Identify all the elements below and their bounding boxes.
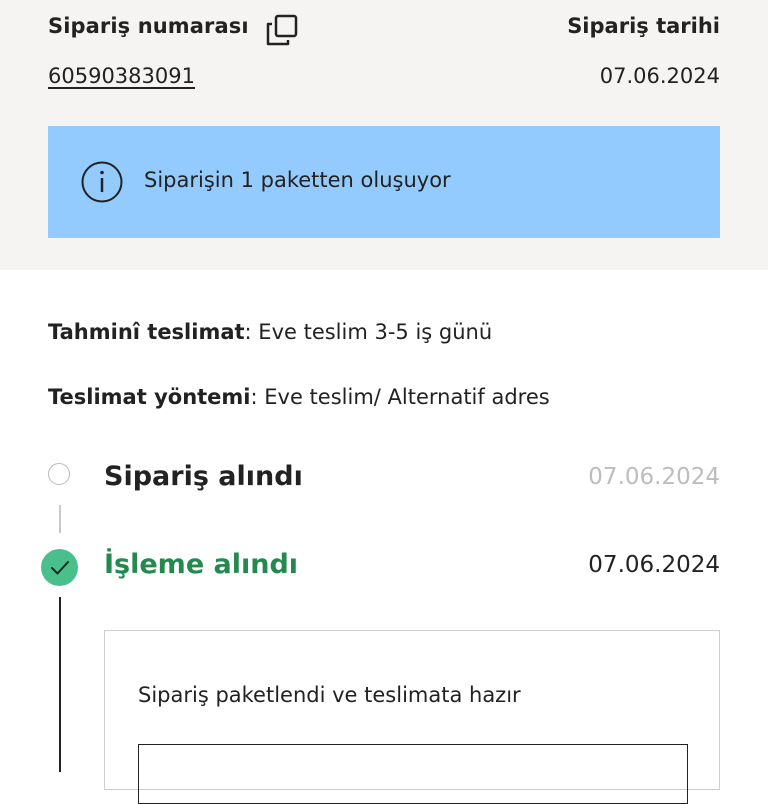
estimated-delivery-value: : Eve teslim 3-5 iş günü — [244, 320, 493, 344]
order-date-value: 07.06.2024 — [599, 64, 720, 88]
step-title-order-received: Sipariş alındı — [104, 461, 303, 492]
timeline-pending-dot — [48, 463, 70, 485]
delivery-method-value: : Eve teslim/ Alternatif adres — [250, 385, 550, 409]
order-date-label: Sipariş tarihi — [567, 14, 720, 38]
step-detail-card: Sipariş paketlendi ve teslimata hazır — [104, 630, 720, 804]
step-date-order-received: 07.06.2024 — [588, 464, 720, 490]
step-detail-text: Sipariş paketlendi ve teslimata hazır — [138, 683, 521, 707]
copy-icon[interactable] — [262, 12, 302, 48]
estimated-delivery: Tahminî teslimat: Eve teslim 3-5 iş günü — [48, 320, 492, 344]
order-number-link[interactable]: 60590383091 — [48, 64, 195, 88]
timeline-connector — [59, 505, 61, 533]
delivery-method: Teslimat yöntemi: Eve teslim/ Alternatif… — [48, 385, 550, 409]
delivery-method-label: Teslimat yöntemi — [48, 385, 251, 409]
timeline-connector-active — [59, 597, 61, 772]
estimated-delivery-label: Tahminî teslimat — [48, 320, 245, 344]
check-icon — [41, 549, 78, 586]
package-info-banner: Siparişin 1 paketten oluşuyor — [48, 126, 720, 238]
step-title-processing: İşleme alındı — [104, 549, 299, 580]
package-info-text: Siparişin 1 paketten oluşuyor — [144, 168, 451, 192]
order-number-label: Sipariş numarası — [48, 14, 249, 38]
info-icon — [81, 161, 123, 203]
step-date-processing: 07.06.2024 — [588, 552, 720, 578]
step-detail-button[interactable] — [138, 744, 688, 804]
